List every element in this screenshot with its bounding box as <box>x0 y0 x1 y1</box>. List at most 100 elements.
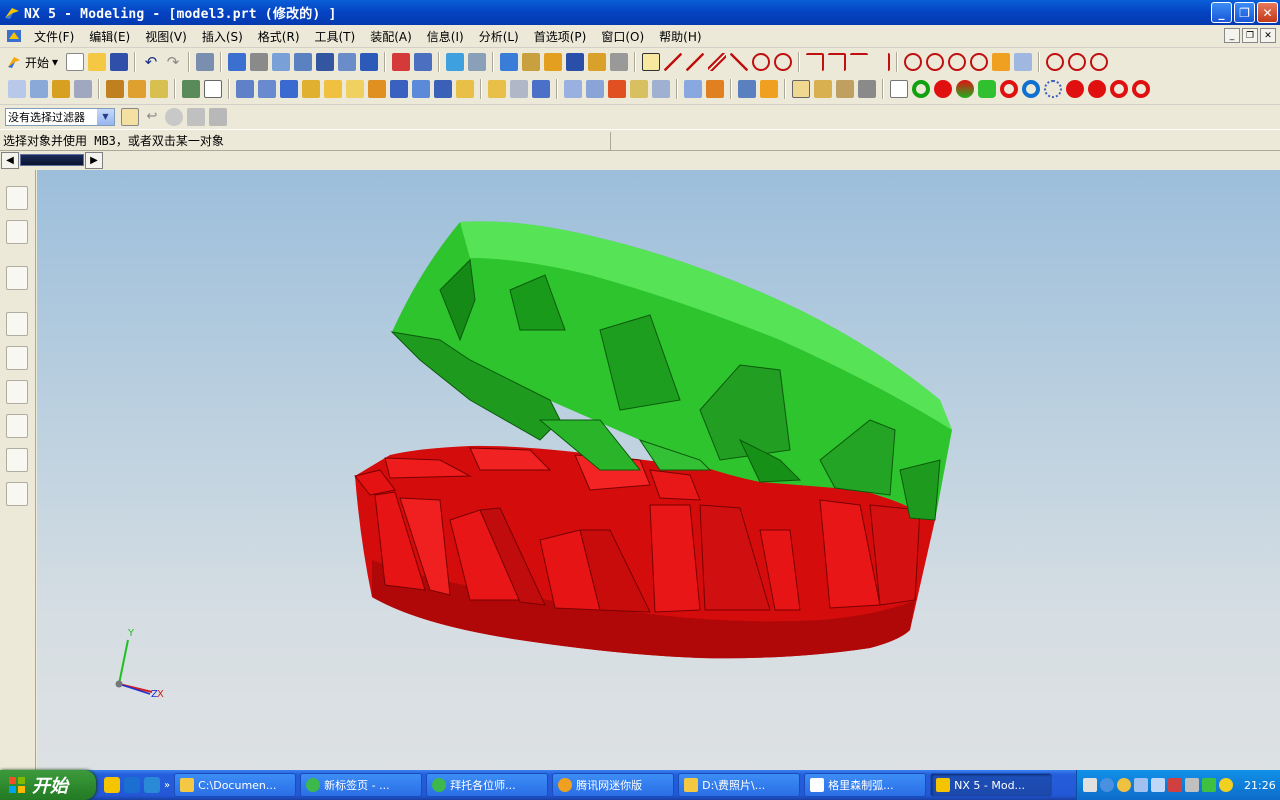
history-icon[interactable] <box>6 312 28 336</box>
menu-insert[interactable]: 插入(S) <box>196 28 252 45</box>
red-bevel-gear-icon[interactable] <box>1088 80 1106 98</box>
selection-tools-icon[interactable] <box>196 53 215 71</box>
undo-icon[interactable]: ↶ <box>142 53 160 71</box>
rectangle-icon[interactable] <box>904 53 923 71</box>
red-worm-gear-icon[interactable] <box>1132 80 1150 98</box>
measure-body-icon[interactable] <box>836 80 854 98</box>
update-icon[interactable] <box>1219 778 1233 792</box>
shell-icon[interactable] <box>532 80 550 98</box>
line-icon[interactable] <box>664 53 683 71</box>
wcs-icon[interactable] <box>522 53 541 71</box>
curve-icon[interactable] <box>992 53 1011 71</box>
red-spur-gear-icon[interactable] <box>1066 80 1084 98</box>
hole-icon[interactable] <box>280 80 298 98</box>
text-curve-icon[interactable] <box>1014 53 1033 71</box>
thicken-icon[interactable] <box>738 80 756 98</box>
new-file-icon[interactable] <box>66 53 85 71</box>
point-line-icon[interactable] <box>686 53 705 71</box>
datum-icon[interactable] <box>1090 53 1109 71</box>
tab-scroll-right-button[interactable]: ▶ <box>85 152 103 169</box>
new-sheet-icon[interactable] <box>890 80 908 98</box>
extend-icon[interactable] <box>872 53 891 71</box>
point-icon[interactable] <box>1046 53 1065 71</box>
doc-restore-button[interactable]: ❐ <box>1242 28 1258 43</box>
block-icon[interactable] <box>52 80 70 98</box>
process-studio-icon[interactable] <box>6 414 28 438</box>
back-arrow-icon[interactable] <box>1100 778 1114 792</box>
task-button[interactable]: D:\费照片\... <box>678 773 801 797</box>
measure-distance-icon[interactable] <box>792 80 810 98</box>
restore-view-icon[interactable] <box>392 53 411 71</box>
part-navigator-icon[interactable] <box>6 220 28 244</box>
menu-tools[interactable]: 工具(T) <box>309 28 365 45</box>
extrude-icon[interactable] <box>74 80 92 98</box>
refresh-icon[interactable] <box>414 53 433 71</box>
zoom-in-out-icon[interactable] <box>294 53 313 71</box>
red-gear-icon[interactable] <box>934 80 952 98</box>
scale-icon[interactable] <box>760 80 778 98</box>
menu-format[interactable]: 格式(R) <box>252 28 309 45</box>
maximize-button[interactable]: ❐ <box>1234 2 1255 23</box>
assembly-navigator-icon[interactable] <box>6 186 28 210</box>
network-icon[interactable] <box>1134 778 1148 792</box>
spline-icon[interactable] <box>970 53 989 71</box>
part-tab[interactable] <box>20 154 84 166</box>
more-quicklaunch-icon[interactable]: » <box>164 780 170 791</box>
fillet-icon[interactable] <box>806 53 825 71</box>
trim-icon[interactable] <box>850 53 869 71</box>
pad-icon[interactable] <box>346 80 364 98</box>
trim-body-icon[interactable] <box>586 80 604 98</box>
show-icon[interactable] <box>588 53 607 71</box>
tube-icon[interactable] <box>150 80 168 98</box>
sweep-icon[interactable] <box>128 80 146 98</box>
signal-icon[interactable] <box>1202 778 1216 792</box>
undo-selection-icon[interactable]: ↩ <box>143 108 161 126</box>
red-green-gear-icon[interactable] <box>956 80 974 98</box>
measure-angle-icon[interactable] <box>814 80 832 98</box>
open-file-icon[interactable] <box>88 53 107 71</box>
redo-icon[interactable]: ↷ <box>164 53 182 71</box>
menu-window[interactable]: 窗口(O) <box>595 28 653 45</box>
gear-outline-icon[interactable] <box>1044 80 1062 98</box>
rotate-icon[interactable] <box>316 53 335 71</box>
menu-assembly[interactable]: 装配(A) <box>364 28 421 45</box>
sketch-icon[interactable] <box>642 53 661 71</box>
cross-line-icon[interactable] <box>730 53 749 71</box>
datum-axis-icon[interactable] <box>204 80 222 98</box>
start-button[interactable]: 开始 <box>0 770 96 800</box>
menu-file[interactable]: 文件(F) <box>28 28 83 45</box>
graphics-window[interactable]: Y Z X <box>37 170 1280 770</box>
view-layout-icon[interactable] <box>30 80 48 98</box>
orient-view-icon[interactable] <box>468 53 487 71</box>
task-button[interactable]: 拜托各位师... <box>426 773 549 797</box>
blue-ring-icon[interactable] <box>1022 80 1040 98</box>
anchor-quicklaunch-icon[interactable] <box>144 777 160 793</box>
thread-icon[interactable] <box>412 80 430 98</box>
curve-analysis-icon[interactable] <box>858 80 876 98</box>
type-filter-select[interactable]: 没有选择过滤器 ▼ <box>5 107 115 126</box>
doc-minimize-button[interactable]: _ <box>1224 28 1240 43</box>
deselect-icon[interactable] <box>187 107 205 126</box>
roles-icon[interactable] <box>6 448 28 472</box>
polygon-icon[interactable] <box>926 53 945 71</box>
slot-icon[interactable] <box>368 80 386 98</box>
doc-close-button[interactable]: ✕ <box>1260 28 1276 43</box>
web-browser-icon[interactable] <box>6 346 28 370</box>
split-body-icon[interactable] <box>608 80 626 98</box>
menu-preferences[interactable]: 首选项(P) <box>528 28 596 45</box>
datum-plane-icon[interactable] <box>182 80 200 98</box>
menu-view[interactable]: 视图(V) <box>139 28 196 45</box>
boolean-unite-icon[interactable] <box>236 80 254 98</box>
sew-icon[interactable] <box>630 80 648 98</box>
menu-information[interactable]: 信息(I) <box>421 28 473 45</box>
rib-icon[interactable] <box>434 80 452 98</box>
point-set-icon[interactable] <box>1068 53 1087 71</box>
pocket-icon[interactable] <box>324 80 342 98</box>
chamfer-icon[interactable] <box>828 53 847 71</box>
hide-icon[interactable] <box>566 53 585 71</box>
security-icon[interactable] <box>1168 778 1182 792</box>
close-button[interactable]: ✕ <box>1257 2 1278 23</box>
menu-help[interactable]: 帮助(H) <box>653 28 710 45</box>
task-button[interactable]: 新标签页 - ... <box>300 773 423 797</box>
red-ring-gear-icon[interactable] <box>1110 80 1128 98</box>
